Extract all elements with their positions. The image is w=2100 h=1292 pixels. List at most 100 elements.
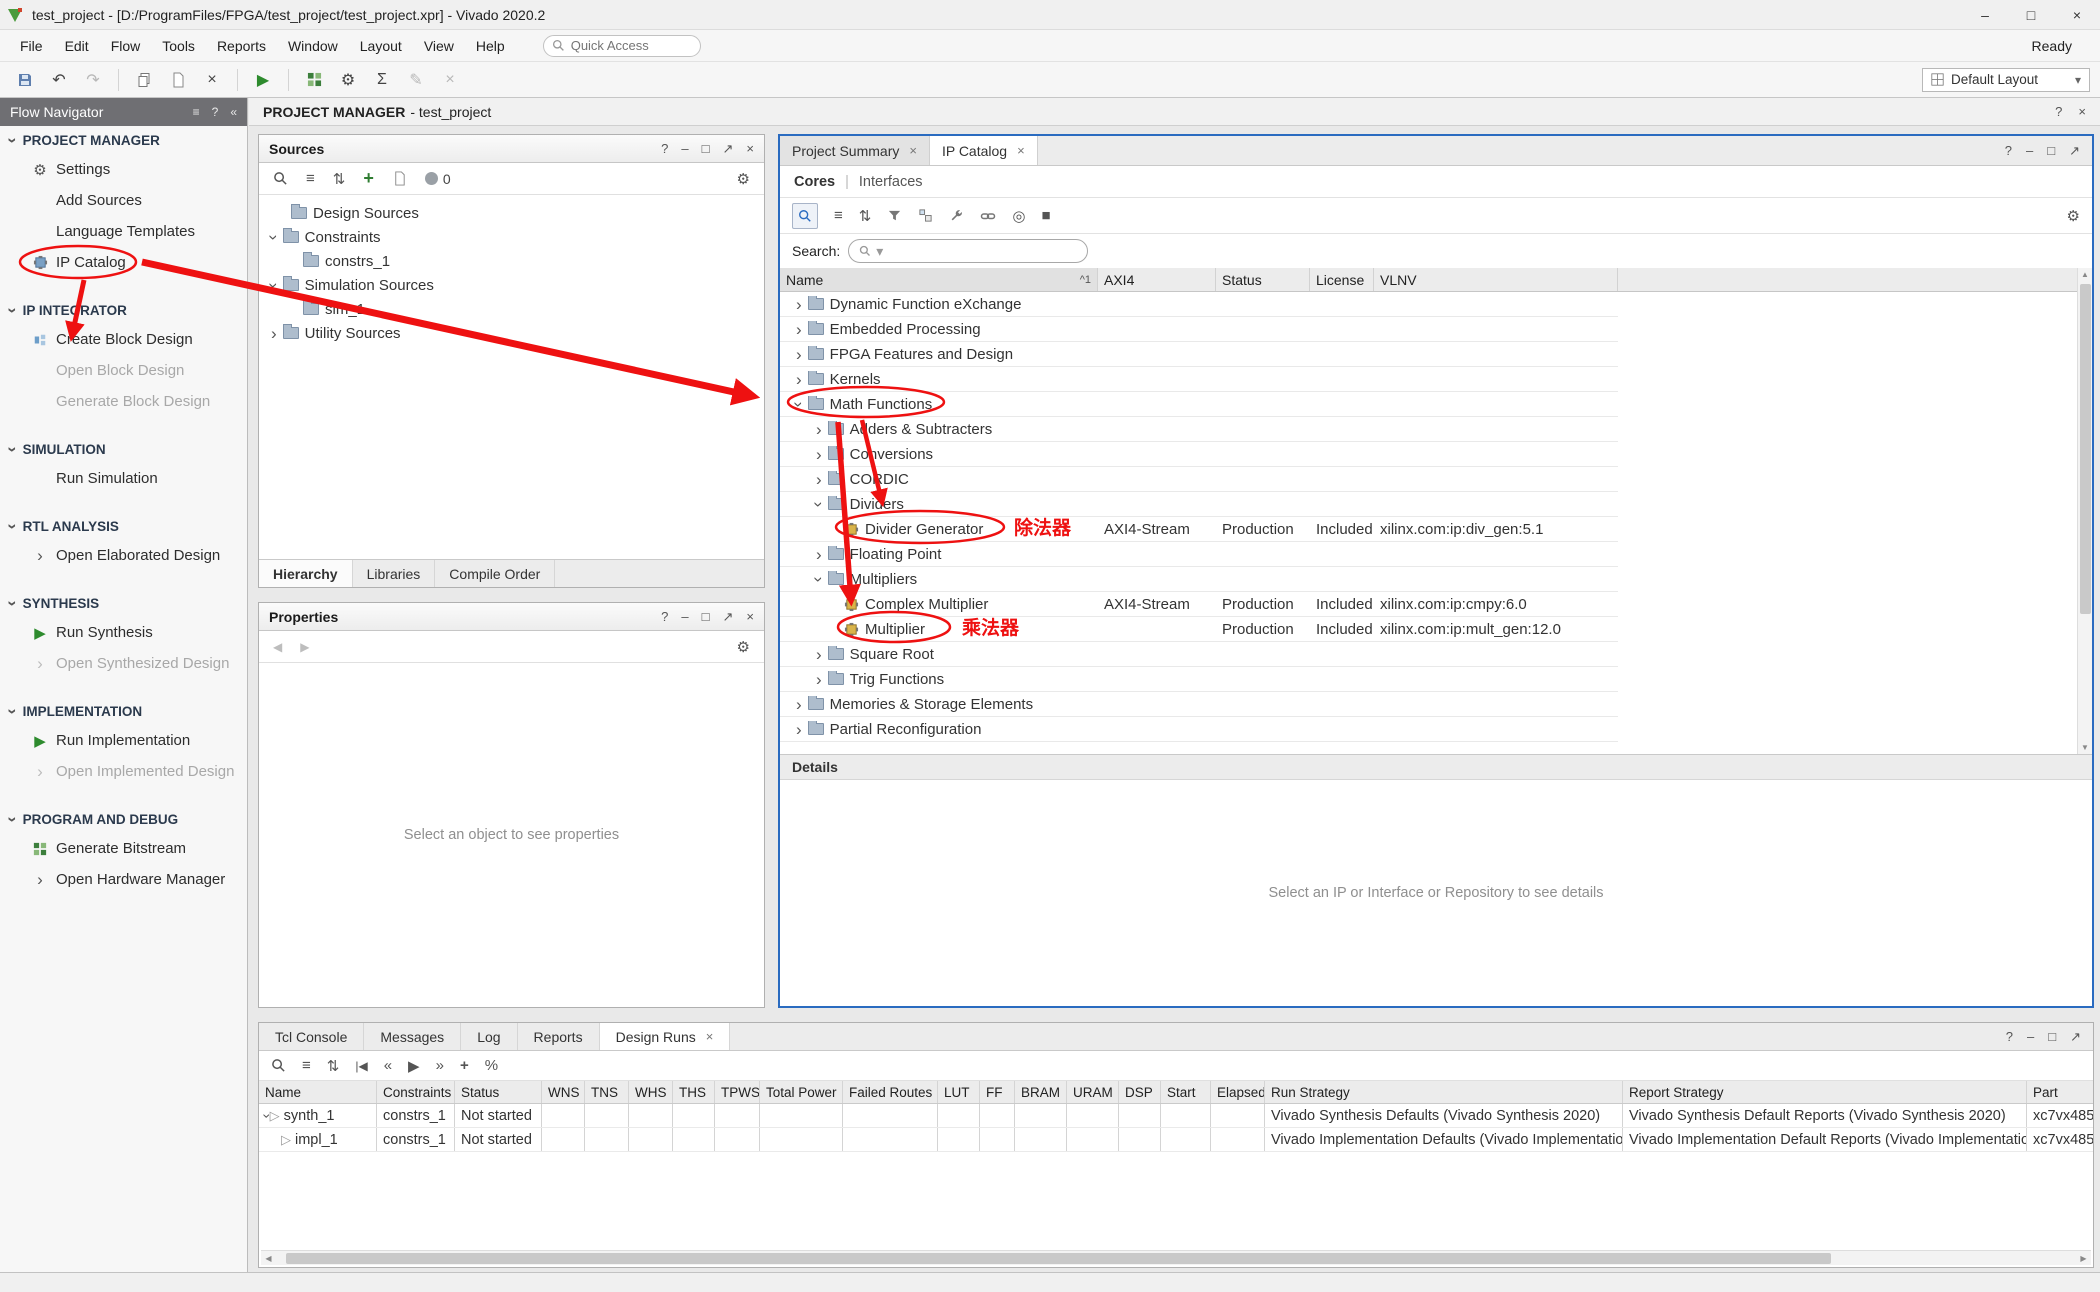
maximize-icon[interactable]: □ [702, 609, 710, 625]
chevron-down-icon[interactable]: › [810, 576, 827, 582]
create-run-icon[interactable]: + [460, 1057, 469, 1074]
tab-project-summary[interactable]: Project Summary × [780, 136, 930, 165]
flow-item-open-block-design[interactable]: Open Block Design [0, 355, 247, 386]
collapse-all-icon[interactable]: ≡ [306, 170, 315, 187]
sum-button[interactable]: Σ [367, 66, 397, 94]
menu-file[interactable]: File [10, 33, 53, 59]
flow-item-add-sources[interactable]: Add Sources [0, 185, 247, 216]
column-header[interactable]: Report Strategy [1623, 1081, 2027, 1103]
float-icon[interactable]: ↗ [723, 609, 734, 625]
column-header[interactable]: THS [673, 1081, 715, 1103]
chevron-right-icon[interactable]: › [816, 471, 822, 488]
tree-item-utility-sources[interactable]: › Utility Sources [259, 321, 764, 345]
flow-item-run-implementation[interactable]: ▶ Run Implementation [0, 725, 247, 756]
chevron-down-icon[interactable]: › [265, 282, 282, 288]
flow-section-simulation[interactable]: › SIMULATION [0, 435, 247, 463]
chevron-down-icon[interactable]: › [790, 401, 807, 407]
edit-button[interactable]: ✎ [401, 66, 431, 94]
close-icon[interactable]: × [1017, 143, 1025, 158]
scroll-up-icon[interactable]: ▲ [2078, 270, 2092, 279]
paste-button[interactable] [163, 66, 193, 94]
restart-run-icon[interactable]: |◀ [355, 1059, 367, 1073]
filter-icon[interactable] [887, 208, 902, 223]
column-header[interactable]: Part [2027, 1081, 2093, 1103]
undo-button[interactable]: ↶ [44, 66, 74, 94]
percent-icon[interactable]: % [485, 1057, 498, 1074]
close-icon[interactable]: × [909, 143, 917, 158]
document-icon[interactable] [392, 171, 407, 186]
target-icon[interactable]: ◎ [1012, 207, 1025, 225]
step-back-icon[interactable]: « [384, 1057, 392, 1074]
forward-icon[interactable]: ▶ [300, 640, 309, 654]
stop-icon[interactable]: ■ [1041, 207, 1050, 224]
column-header[interactable]: Run Strategy [1265, 1081, 1623, 1103]
tab-messages[interactable]: Messages [364, 1023, 461, 1050]
flow-item-settings[interactable]: ⚙ Settings [0, 154, 247, 185]
tree-item-constrs-1[interactable]: constrs_1 [259, 249, 764, 273]
chevron-right-icon[interactable]: › [796, 321, 802, 338]
help-icon[interactable]: ? [212, 105, 219, 119]
redo-button[interactable]: ↷ [78, 66, 108, 94]
quick-access-input[interactable] [571, 38, 681, 53]
settings-button[interactable]: ⚙ [333, 66, 363, 94]
flow-section-ip-integrator[interactable]: › IP INTEGRATOR [0, 296, 247, 324]
column-header-axi4[interactable]: AXI4 [1098, 268, 1216, 291]
quick-access-search[interactable] [543, 35, 701, 57]
ip-category-row[interactable]: ›Conversions [780, 442, 1618, 467]
minimize-icon[interactable]: – [681, 141, 688, 157]
ip-category-row[interactable]: ›CORDIC [780, 467, 1618, 492]
ip-category-row[interactable]: ›Dynamic Function eXchange [780, 292, 1618, 317]
scrollbar-track[interactable] [276, 1251, 2076, 1265]
ip-category-row[interactable]: ›Kernels [780, 367, 1618, 392]
tab-reports[interactable]: Reports [518, 1023, 600, 1050]
column-header[interactable]: FF [980, 1081, 1015, 1103]
minimize-button[interactable]: – [1962, 0, 2008, 29]
copy-button[interactable] [129, 66, 159, 94]
flow-item-open-implemented-design[interactable]: › Open Implemented Design [0, 756, 247, 787]
column-header[interactable]: Total Power [760, 1081, 843, 1103]
flow-section-program-and-debug[interactable]: › PROGRAM AND DEBUG [0, 805, 247, 833]
column-header[interactable]: WHS [629, 1081, 673, 1103]
tab-libraries[interactable]: Libraries [353, 560, 436, 587]
collapse-all-icon[interactable]: ≡ [302, 1057, 311, 1074]
column-header[interactable]: URAM [1067, 1081, 1119, 1103]
ip-category-row[interactable]: ›Square Root [780, 642, 1618, 667]
menu-help[interactable]: Help [466, 33, 515, 59]
close-icon[interactable]: × [706, 1029, 714, 1044]
link-icon[interactable] [980, 208, 996, 224]
flow-section-rtl-analysis[interactable]: › RTL ANALYSIS [0, 512, 247, 540]
minimize-icon[interactable]: – [681, 609, 688, 625]
group-icon[interactable] [918, 208, 933, 223]
flow-item-open-elaborated-design[interactable]: › Open Elaborated Design [0, 540, 247, 571]
chevron-right-icon[interactable]: › [816, 421, 822, 438]
maximize-icon[interactable]: □ [2047, 143, 2055, 158]
flow-item-open-hardware-manager[interactable]: › Open Hardware Manager [0, 864, 247, 895]
chevron-right-icon[interactable]: › [271, 325, 277, 342]
chevron-right-icon[interactable]: › [816, 546, 822, 563]
add-sources-icon[interactable]: + [363, 168, 374, 189]
flow-item-language-templates[interactable]: Language Templates [0, 216, 247, 247]
minimize-icon[interactable]: – [2026, 143, 2033, 158]
column-header[interactable]: TNS [585, 1081, 629, 1103]
menu-layout[interactable]: Layout [350, 33, 412, 59]
minimize-icon[interactable]: – [2027, 1029, 2034, 1044]
column-header[interactable]: Start [1161, 1081, 1211, 1103]
chevron-down-icon[interactable]: › [810, 501, 827, 507]
menu-window[interactable]: Window [278, 33, 348, 59]
chevron-right-icon[interactable]: › [816, 446, 822, 463]
ip-row-multiplier[interactable]: Multiplier Production Included xilinx.co… [780, 617, 1618, 642]
run-button[interactable]: ▶ [248, 66, 278, 94]
float-icon[interactable]: ↗ [2069, 143, 2080, 159]
tab-log[interactable]: Log [461, 1023, 517, 1050]
help-icon[interactable]: ? [2005, 143, 2012, 158]
tree-item-simulation-sources[interactable]: › Simulation Sources [259, 273, 764, 297]
ip-search-box[interactable]: ▾ [848, 239, 1088, 263]
tab-ip-catalog[interactable]: IP Catalog × [930, 136, 1038, 165]
maximize-button[interactable]: □ [2008, 0, 2054, 29]
back-icon[interactable]: ◀ [273, 640, 282, 654]
column-header[interactable]: Constraints [377, 1081, 455, 1103]
tab-hierarchy[interactable]: Hierarchy [259, 560, 353, 587]
menu-edit[interactable]: Edit [55, 33, 99, 59]
ip-category-row[interactable]: ›Floating Point [780, 542, 1618, 567]
tab-design-runs[interactable]: Design Runs × [600, 1023, 731, 1050]
